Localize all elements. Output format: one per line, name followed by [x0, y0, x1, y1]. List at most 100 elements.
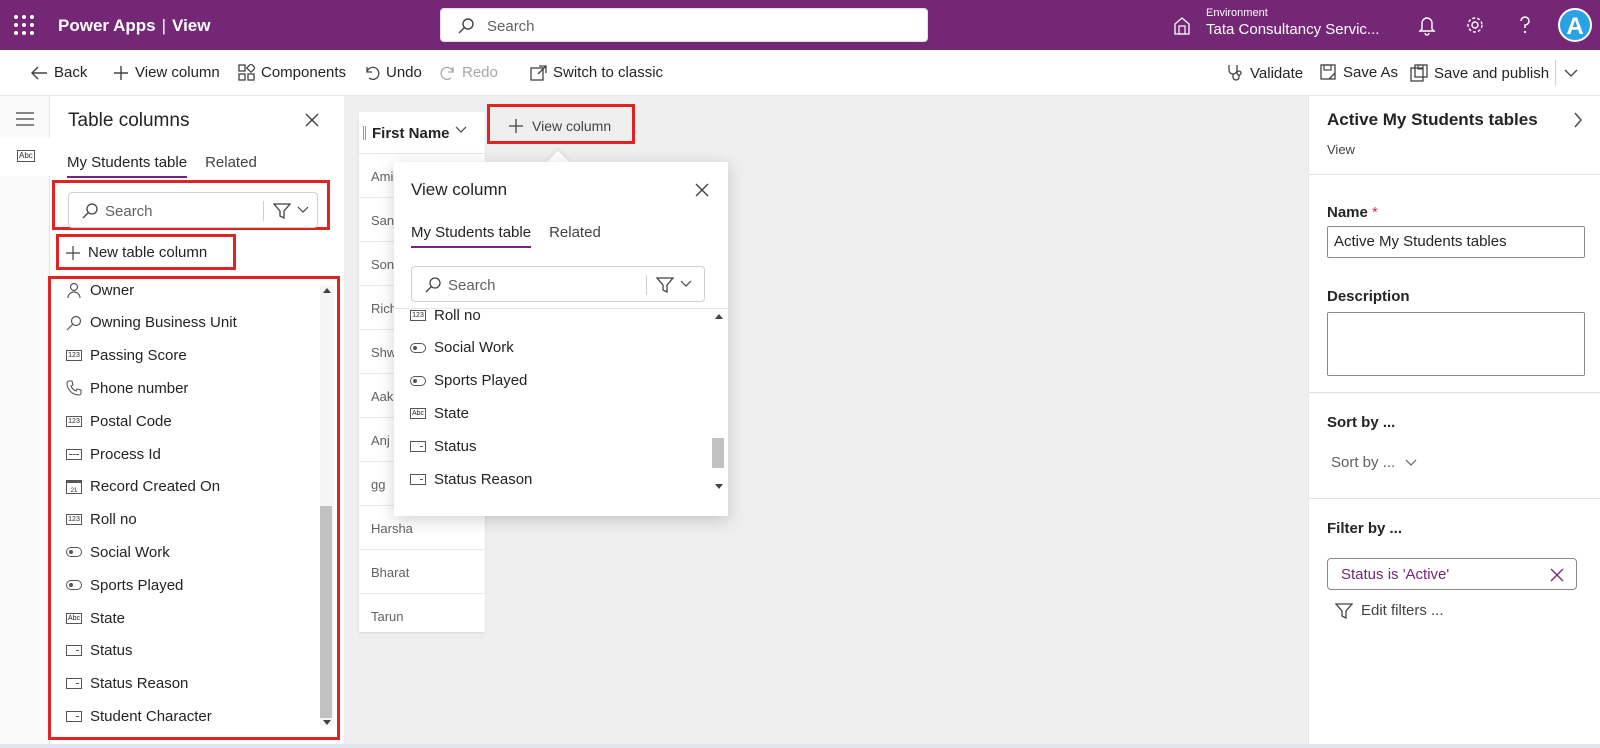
table-columns-rail-button[interactable]: Abc [0, 138, 50, 176]
environment-icon[interactable] [1172, 16, 1192, 36]
chevron-down-icon[interactable] [455, 126, 467, 134]
list-item[interactable]: Status [410, 434, 477, 458]
number-icon: 123 [410, 309, 426, 321]
app-brand[interactable]: Power Apps | View [58, 16, 210, 36]
scroll-down-arrow[interactable] [715, 484, 723, 489]
list-item[interactable]: Sports Played [410, 369, 527, 393]
column-search-input[interactable]: Search [68, 192, 318, 228]
avatar[interactable]: A [1558, 8, 1592, 42]
sort-by-dropdown[interactable]: Sort by ... [1331, 454, 1417, 471]
save-publish-button[interactable]: Save and publish [1410, 64, 1549, 82]
filter-icon[interactable] [656, 277, 674, 293]
divider [1309, 174, 1600, 175]
list-item-label: Phone number [90, 379, 189, 397]
hamburger-icon[interactable] [16, 112, 34, 126]
list-item[interactable]: Owner [66, 278, 134, 302]
description-field[interactable] [1327, 312, 1585, 376]
list-item[interactable]: Phone number [66, 376, 188, 400]
number-icon: 123 [66, 514, 82, 526]
cell-first-name: Harsha [371, 521, 413, 536]
tab-my-students-table[interactable]: My Students table [411, 224, 532, 248]
tab-my-students-table[interactable]: My Students table [67, 154, 188, 178]
choice-icon [410, 440, 426, 452]
filter-icon[interactable] [273, 203, 291, 219]
popover-search-input[interactable]: Search [411, 266, 705, 302]
app-launcher-icon[interactable] [14, 15, 34, 35]
list-item[interactable]: Social Work [66, 540, 170, 564]
close-icon[interactable] [304, 112, 320, 128]
stethoscope-icon [1228, 65, 1242, 81]
scroll-up-arrow[interactable] [715, 314, 723, 319]
chevron-down-icon[interactable] [297, 206, 309, 214]
popover-tabs: My Students table Related [411, 224, 601, 248]
add-view-column-label: View column [532, 118, 612, 134]
redo-button[interactable]: Redo [440, 64, 498, 81]
name-field[interactable]: Active My Students tables [1327, 226, 1585, 258]
chevron-down-icon[interactable] [680, 280, 692, 288]
tab-related[interactable]: Related [549, 224, 601, 248]
list-item[interactable]: 123 Roll no [66, 508, 137, 532]
list-item[interactable]: Owning Business Unit [66, 311, 237, 335]
list-item[interactable]: Student Character [66, 704, 212, 728]
list-item[interactable]: Abc State [410, 401, 469, 425]
column-header-first-name[interactable]: First Name [359, 112, 485, 154]
list-item[interactable]: 123 Passing Score [66, 344, 187, 368]
global-search-input[interactable]: Search [440, 8, 928, 42]
search-placeholder: Search [448, 277, 496, 294]
toggle-icon [410, 342, 426, 353]
validate-button[interactable]: Validate [1226, 64, 1303, 82]
scroll-thumb[interactable] [712, 438, 724, 468]
list-item[interactable]: 21 Record Created On [66, 475, 220, 499]
undo-label: Undo [386, 64, 422, 81]
list-item[interactable]: Sports Played [66, 573, 183, 597]
filter-condition-pill[interactable]: Status is 'Active' [1327, 558, 1577, 590]
chevron-down-icon[interactable] [1564, 68, 1578, 78]
cell-first-name: Bharat [371, 565, 410, 580]
back-button[interactable]: Back [30, 64, 87, 81]
list-item-label: Status [90, 642, 133, 660]
filter-heading: Filter by ... [1327, 520, 1403, 537]
list-item[interactable]: Abc State [66, 606, 125, 630]
close-icon[interactable] [1550, 568, 1564, 582]
resize-grip-icon[interactable] [363, 126, 366, 140]
list-item[interactable]: Process Id [66, 442, 161, 466]
save-as-button[interactable]: Save As [1320, 64, 1398, 81]
list-item[interactable]: Status Reason [66, 672, 188, 696]
lookup-icon [66, 315, 82, 331]
table-row[interactable]: Tarun [359, 594, 485, 638]
filter-condition-label: Status is 'Active' [1341, 566, 1450, 583]
help-icon[interactable] [1514, 14, 1536, 36]
scroll-up-arrow[interactable] [323, 288, 331, 293]
gear-icon[interactable] [1464, 14, 1486, 36]
view-column-label: View column [135, 64, 220, 81]
list-item[interactable]: Social Work [410, 336, 514, 360]
add-view-column-button[interactable]: View column [508, 118, 611, 134]
close-icon[interactable] [694, 182, 710, 198]
scroll-thumb[interactable] [320, 506, 332, 718]
chevron-right-icon[interactable] [1573, 112, 1583, 128]
unique-id-icon [66, 448, 82, 460]
cell-first-name: Tarun [371, 609, 404, 624]
switch-classic-button[interactable]: Switch to classic [530, 64, 663, 81]
list-item[interactable]: Status [66, 639, 133, 663]
edit-filters-button[interactable]: Edit filters ... [1335, 602, 1444, 619]
list-item[interactable]: 123 Roll no [410, 309, 481, 327]
scroll-down-arrow[interactable] [323, 720, 331, 725]
view-title: Active My Students tables [1327, 110, 1538, 129]
components-label: Components [261, 64, 347, 81]
scrollbar[interactable] [712, 312, 726, 492]
environment-name[interactable]: Tata Consultancy Servic... [1206, 21, 1379, 38]
new-table-column-button[interactable]: New table column [66, 244, 207, 261]
validate-label: Validate [1250, 64, 1304, 82]
bell-icon[interactable] [1416, 14, 1438, 36]
components-button[interactable]: Components [238, 64, 346, 81]
list-item[interactable]: Status Reason [410, 467, 532, 491]
list-item[interactable]: 123 Postal Code [66, 409, 172, 433]
table-row[interactable]: Bharat [359, 550, 485, 594]
view-column-popover: View column My Students table Related Se… [394, 162, 728, 516]
view-column-button[interactable]: View column [113, 64, 220, 81]
scrollbar[interactable] [320, 286, 334, 726]
tab-related[interactable]: Related [205, 154, 257, 178]
undo-button[interactable]: Undo [364, 64, 422, 81]
phone-icon [66, 380, 82, 396]
